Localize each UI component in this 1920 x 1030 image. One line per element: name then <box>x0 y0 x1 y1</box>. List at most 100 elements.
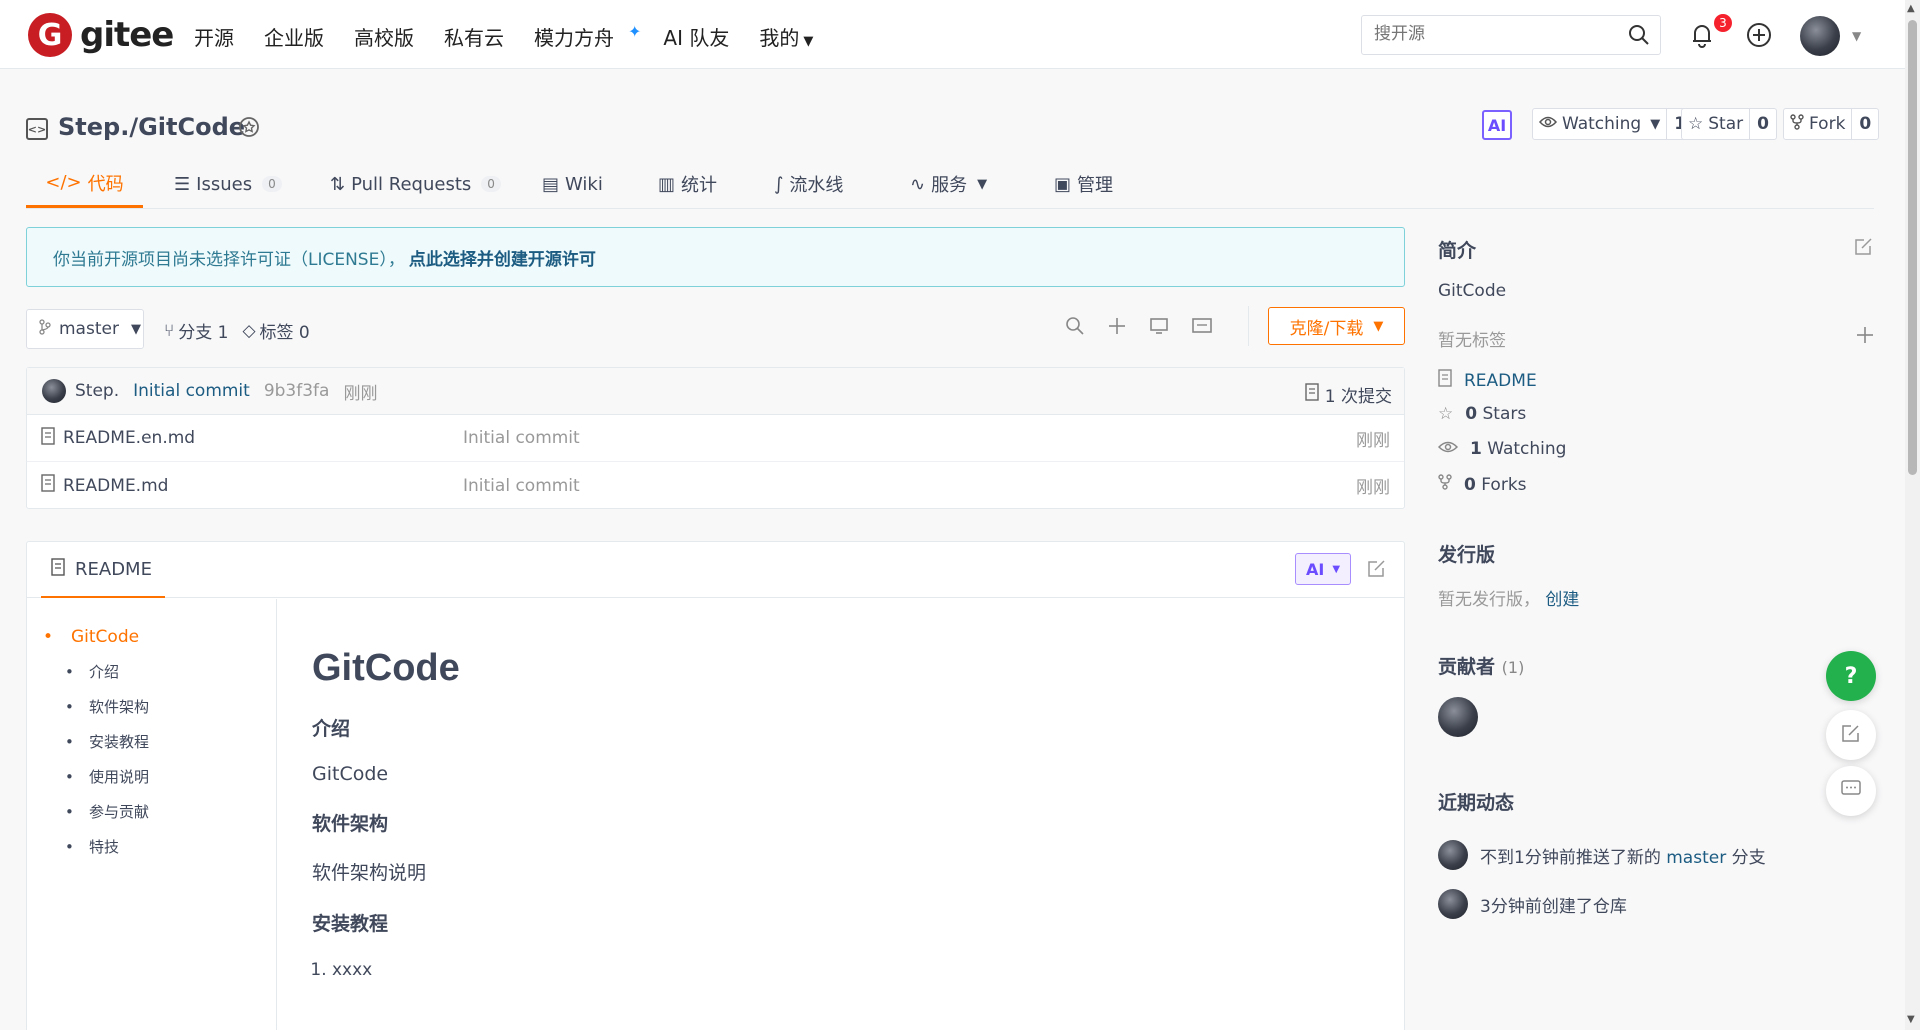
tab-pull-requests[interactable]: ⇅ Pull Requests 0 <box>330 160 501 208</box>
file-row: README.md Initial commit 刚刚 <box>27 462 1404 509</box>
readme-header: README AI ▼ <box>27 542 1404 598</box>
scrollbar-thumb[interactable] <box>1908 20 1917 475</box>
readme-section-title: 软件架构 <box>312 813 389 835</box>
commit-author[interactable]: Step. <box>75 381 119 401</box>
help-button[interactable]: ? <box>1826 651 1876 701</box>
toc-item[interactable]: GitCode <box>27 625 276 660</box>
star-count[interactable]: 0 <box>1750 109 1776 139</box>
commit-author-avatar[interactable] <box>42 379 66 403</box>
edit-readme-icon[interactable] <box>1367 558 1387 583</box>
tab-services[interactable]: ∿ 服务 ▼ <box>910 160 987 208</box>
commit-sha[interactable]: 9b3f3fa <box>264 381 330 401</box>
branch-name: master <box>59 319 119 339</box>
clone-download-button[interactable]: 克隆/下载 ▼ <box>1268 307 1405 345</box>
toc-item[interactable]: 软件架构 <box>27 695 276 730</box>
branches-link[interactable]: ⑂ 分支 1 <box>164 318 229 344</box>
license-create-link[interactable]: 点此选择并创建开源许可 <box>409 245 596 270</box>
sidebar-readme-link[interactable]: README <box>1438 369 1537 392</box>
tags-link[interactable]: ◇ 标签 0 <box>242 318 309 344</box>
scroll-up-arrow-icon[interactable]: ▲ <box>1907 3 1915 14</box>
readme-ai-label: AI <box>1305 559 1325 579</box>
tab-wiki-label: Wiki <box>565 173 603 195</box>
activity-branch-link[interactable]: master <box>1666 848 1726 868</box>
notification-bell-icon[interactable] <box>1690 22 1714 53</box>
watch-caret-icon: ▼ <box>1650 116 1661 132</box>
feedback-button[interactable] <box>1826 710 1876 760</box>
readme-ai-dropdown[interactable]: AI ▼ <box>1295 553 1351 585</box>
fork-icon <box>1790 113 1804 135</box>
user-avatar[interactable] <box>1800 16 1840 56</box>
file-search-icon[interactable] <box>1065 316 1085 341</box>
file-link[interactable]: README.md <box>41 474 168 497</box>
tab-issues[interactable]: ☰ Issues 0 <box>174 160 282 208</box>
comment-icon[interactable] <box>1191 316 1213 341</box>
search-icon[interactable] <box>1628 24 1650 51</box>
nav-link-mine[interactable]: 我的 ▼ <box>759 22 813 51</box>
readme-section-title: 安装教程 <box>312 913 389 935</box>
web-ide-icon[interactable] <box>1149 316 1169 341</box>
readme-ai-caret-icon: ▼ <box>1332 563 1341 575</box>
sidebar-watching[interactable]: 1 Watching <box>1437 439 1566 459</box>
create-release-link[interactable]: 创建 <box>1545 590 1579 610</box>
commit-message[interactable]: Initial commit <box>133 381 250 401</box>
toc-item[interactable]: 安装教程 <box>27 730 276 765</box>
repo-title[interactable]: Step./GitCode <box>58 113 245 141</box>
fork-count[interactable]: 0 <box>1852 109 1878 139</box>
nav-link-private-cloud[interactable]: 私有云 <box>444 22 504 51</box>
create-plus-icon[interactable] <box>1746 22 1772 53</box>
tab-manage[interactable]: ▣ 管理 <box>1054 160 1113 208</box>
file-name: README.md <box>63 475 169 496</box>
repo-recommend-badge-icon[interactable] <box>236 115 262 146</box>
branches-label: 分支 1 <box>178 323 229 343</box>
file-link[interactable]: README.en.md <box>41 426 195 450</box>
tab-pipeline-label: 流水线 <box>789 175 844 196</box>
contributor-avatar[interactable] <box>1438 697 1478 737</box>
nav-link-ai-teammate[interactable]: AI 队友 <box>663 22 729 51</box>
tab-wiki[interactable]: ▤ Wiki <box>542 160 603 208</box>
watch-button-group: Watching ▼ 1 <box>1532 108 1695 140</box>
readme-doc-icon <box>51 557 65 581</box>
repo-ai-button[interactable]: AI <box>1482 110 1512 140</box>
tab-pipeline[interactable]: ∫ 流水线 <box>774 160 843 208</box>
sidebar-watching-count: 1 <box>1470 439 1482 459</box>
toc-item[interactable]: 使用说明 <box>27 765 276 800</box>
file-commit-message[interactable]: Initial commit <box>463 428 580 448</box>
toc-item[interactable]: 特技 <box>27 835 276 870</box>
commit-count-link[interactable]: 1 次提交 <box>1305 382 1392 407</box>
nav-link-moli[interactable]: 模力方舟 ✦ <box>534 22 641 51</box>
page-scrollbar[interactable]: ▲ ▼ <box>1905 0 1920 1030</box>
forks-icon <box>1438 474 1452 495</box>
sidebar-readme-label: README <box>1464 370 1537 391</box>
activity-prefix: 不到1分钟前推送了新的 <box>1480 847 1661 868</box>
edit-intro-icon[interactable] <box>1854 236 1874 261</box>
fork-button[interactable]: Fork <box>1784 109 1853 139</box>
gitee-logo[interactable]: G gitee <box>28 13 174 57</box>
chat-button[interactable] <box>1826 766 1876 816</box>
nav-link-education[interactable]: 高校版 <box>354 22 414 51</box>
avatar-caret-icon[interactable]: ▼ <box>1852 29 1861 43</box>
nav-link-opensource[interactable]: 开源 <box>194 22 234 51</box>
sidebar-stars[interactable]: ☆ 0 Stars <box>1438 404 1526 424</box>
sidebar-forks[interactable]: 0 Forks <box>1438 474 1527 495</box>
activity-avatar[interactable] <box>1438 840 1468 870</box>
readme-tab-label: README <box>75 558 152 580</box>
star-button[interactable]: ☆ Star <box>1682 109 1751 139</box>
scroll-down-arrow-icon[interactable]: ▼ <box>1907 1014 1915 1025</box>
activity-avatar[interactable] <box>1438 889 1468 919</box>
star-icon: ☆ <box>1688 114 1704 134</box>
add-file-icon[interactable] <box>1107 316 1127 341</box>
toc-item[interactable]: 介绍 <box>27 660 276 695</box>
readme-tab[interactable]: README <box>41 542 165 598</box>
nav-link-enterprise[interactable]: 企业版 <box>264 22 324 51</box>
toc-item[interactable]: 参与贡献 <box>27 800 276 835</box>
file-commit-message[interactable]: Initial commit <box>463 476 580 496</box>
contributors-title: 贡献者 (1) <box>1438 652 1524 679</box>
add-tag-plus-icon[interactable] <box>1856 326 1874 349</box>
search-input[interactable] <box>1374 16 1614 52</box>
tab-code[interactable]: </> 代码 <box>26 160 143 208</box>
branch-selector[interactable]: master ▼ <box>26 309 144 349</box>
tab-stats[interactable]: ▥ 统计 <box>658 160 717 208</box>
branch-caret-icon: ▼ <box>130 321 141 337</box>
tab-stats-label: 统计 <box>681 175 718 196</box>
watch-button[interactable]: Watching ▼ <box>1533 109 1668 139</box>
